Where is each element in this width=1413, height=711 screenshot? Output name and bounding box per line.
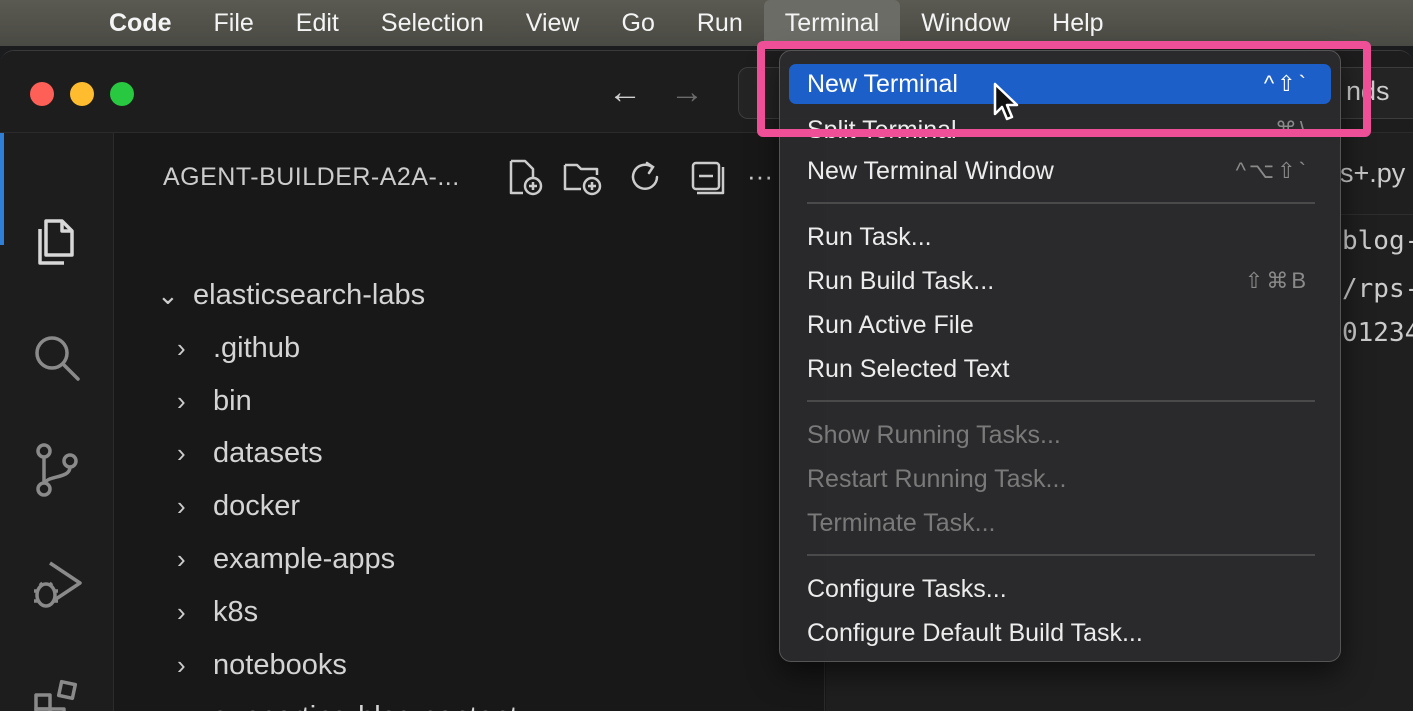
menu-item-label: Configure Tasks... xyxy=(807,575,1007,603)
zoom-window-button[interactable] xyxy=(110,82,134,106)
mouse-pointer-icon xyxy=(993,82,1019,121)
tree-item-folder[interactable]: ⌄ elasticsearch-labs xyxy=(157,270,425,320)
refresh-icon[interactable] xyxy=(625,157,665,197)
tree-item-folder[interactable]: › .github xyxy=(177,323,300,373)
tree-item-label: bin xyxy=(213,385,252,417)
new-file-icon[interactable] xyxy=(505,157,545,197)
menu-selection[interactable]: Selection xyxy=(360,0,505,46)
menu-item-label: New Terminal Window xyxy=(807,157,1054,185)
menu-edit[interactable]: Edit xyxy=(275,0,360,46)
menu-view[interactable]: View xyxy=(505,0,601,46)
chevron-right-icon: › xyxy=(177,386,186,416)
menu-item-show-running-tasks: Show Running Tasks... xyxy=(789,415,1331,455)
source-control-icon[interactable] xyxy=(28,441,86,499)
code-line: 01234 xyxy=(1342,318,1413,348)
menu-item-label: Restart Running Task... xyxy=(807,465,1067,493)
tree-item-label: supporting-blog-content xyxy=(213,701,518,711)
chevron-right-icon: › xyxy=(177,650,186,680)
extensions-icon[interactable] xyxy=(28,673,86,711)
menu-item-label: Configure Default Build Task... xyxy=(807,619,1143,647)
editor-tab-label[interactable]: s+.py xyxy=(1340,158,1405,189)
chevron-right-icon: › xyxy=(177,333,186,363)
run-debug-icon[interactable] xyxy=(28,555,86,613)
arrow-left-icon[interactable]: ← xyxy=(608,73,642,112)
activity-bar xyxy=(0,133,114,711)
code-line: blog- xyxy=(1342,226,1413,256)
menu-item-run-task[interactable]: Run Task... xyxy=(789,217,1331,257)
explorer-icon[interactable] xyxy=(28,213,86,271)
close-window-button[interactable] xyxy=(30,82,54,106)
chevron-right-icon: › xyxy=(177,438,186,468)
tree-item-folder[interactable]: › notebooks xyxy=(177,640,347,690)
chevron-right-icon: › xyxy=(177,597,186,627)
menu-item-label: Run Active File xyxy=(807,311,974,339)
search-icon[interactable] xyxy=(28,329,86,387)
minimize-window-button[interactable] xyxy=(70,82,94,106)
explorer-title[interactable]: AGENT-BUILDER-A2A-... xyxy=(163,163,460,192)
tree-item-label: elasticsearch-labs xyxy=(193,279,426,311)
tree-item-folder[interactable]: › docker xyxy=(177,481,300,531)
menu-item-label: Run Task... xyxy=(807,223,932,251)
tree-item-label: k8s xyxy=(213,596,259,628)
menu-separator xyxy=(807,400,1315,402)
shortcut: ⇧⌘B xyxy=(1244,268,1309,293)
new-folder-icon[interactable] xyxy=(563,157,603,197)
chevron-down-icon: ⌄ xyxy=(157,280,179,310)
code-line: /rps- xyxy=(1342,274,1413,304)
menu-item-label: Run Build Task... xyxy=(807,267,995,295)
menu-item-run-selected-text[interactable]: Run Selected Text xyxy=(789,349,1331,389)
shortcut: ^⌥⇧` xyxy=(1235,158,1309,183)
menu-terminal[interactable]: Terminal xyxy=(763,0,901,46)
tree-item-folder[interactable]: ⌄supporting-blog-content xyxy=(177,692,518,711)
highlight-annotation-box xyxy=(757,41,1371,137)
tree-item-label: docker xyxy=(213,490,301,522)
menu-item-restart-running-task: Restart Running Task... xyxy=(789,459,1331,499)
menu-item-run-build-task[interactable]: Run Build Task... ⇧⌘B xyxy=(789,261,1331,301)
chevron-right-icon: › xyxy=(177,491,186,521)
menu-file[interactable]: File xyxy=(193,0,275,46)
tree-item-folder[interactable]: › datasets xyxy=(177,428,323,478)
explorer-panel: AGENT-BUILDER-A2A-... ··· ⌄ elasticsearch… xyxy=(115,133,825,711)
menu-separator xyxy=(807,554,1315,556)
tree-item-label: example-apps xyxy=(213,543,396,575)
chevron-down-icon: ⌄ xyxy=(177,692,213,711)
menu-separator xyxy=(807,202,1315,204)
menu-item-new-terminal-window[interactable]: New Terminal Window ^⌥⇧` xyxy=(789,151,1331,191)
menu-item-configure-default-build-task[interactable]: Configure Default Build Task... xyxy=(789,613,1331,653)
tree-item-label: datasets xyxy=(213,437,323,469)
menu-item-configure-tasks[interactable]: Configure Tasks... xyxy=(789,569,1331,609)
tree-item-label: .github xyxy=(213,332,301,364)
more-actions-icon[interactable]: ··· xyxy=(747,161,773,192)
menu-help[interactable]: Help xyxy=(1031,0,1124,46)
chevron-right-icon: › xyxy=(177,544,186,574)
menu-code[interactable]: Code xyxy=(88,0,193,46)
arrow-right-icon[interactable]: → xyxy=(670,73,704,112)
menu-run[interactable]: Run xyxy=(676,0,764,46)
menu-item-label: Run Selected Text xyxy=(807,355,1010,383)
terminal-menu: New Terminal ^⇧` Split Terminal ⌘\ New Ter… xyxy=(779,50,1341,662)
menu-item-terminate-task: Terminate Task... xyxy=(789,503,1331,543)
menu-item-label: Show Running Tasks... xyxy=(807,421,1061,449)
tree-item-label: notebooks xyxy=(213,649,347,681)
active-view-indicator xyxy=(0,133,4,245)
tree-item-folder[interactable]: › bin xyxy=(177,376,252,426)
menu-go[interactable]: Go xyxy=(601,0,676,46)
menu-window[interactable]: Window xyxy=(900,0,1031,46)
tree-item-folder[interactable]: › example-apps xyxy=(177,534,395,584)
menu-item-label: Terminate Task... xyxy=(807,509,996,537)
collapse-all-icon[interactable] xyxy=(687,157,727,197)
macos-menu-bar: Code File Edit Selection View Go Run Ter… xyxy=(0,0,1413,46)
menu-item-run-active-file[interactable]: Run Active File xyxy=(789,305,1331,345)
tree-item-folder[interactable]: › k8s xyxy=(177,587,258,637)
